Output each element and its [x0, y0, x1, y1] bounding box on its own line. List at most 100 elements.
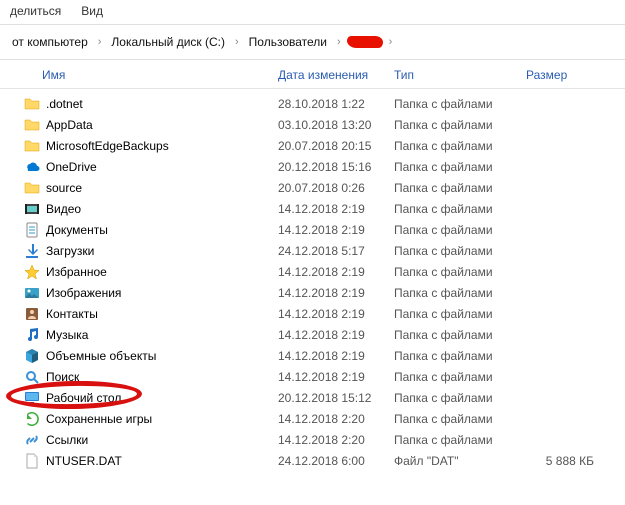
table-row[interactable]: Сохраненные игры14.12.2018 2:20Папка с ф… — [0, 408, 625, 429]
file-icon — [22, 453, 42, 469]
file-date: 24.12.2018 5:17 — [278, 244, 394, 258]
folder-icon — [22, 117, 42, 133]
table-row[interactable]: Ссылки14.12.2018 2:20Папка с файлами — [0, 429, 625, 450]
column-header-date[interactable]: Дата изменения — [278, 68, 394, 82]
file-type: Папка с файлами — [394, 433, 526, 447]
file-date: 20.12.2018 15:16 — [278, 160, 394, 174]
file-size: 5 888 КБ — [526, 454, 606, 468]
file-date: 20.07.2018 0:26 — [278, 181, 394, 195]
file-date: 20.12.2018 15:12 — [278, 391, 394, 405]
file-date: 24.12.2018 6:00 — [278, 454, 394, 468]
separator — [0, 59, 625, 60]
saved-icon — [22, 411, 42, 427]
pictures-icon — [22, 285, 42, 301]
crumb-drive[interactable]: Локальный диск (C:) — [107, 33, 229, 51]
file-name: NTUSER.DAT — [42, 454, 278, 468]
file-name: .dotnet — [42, 97, 278, 111]
file-type: Папка с файлами — [394, 286, 526, 300]
table-row[interactable]: NTUSER.DAT24.12.2018 6:00Файл "DAT"5 888… — [0, 450, 625, 471]
menu-share[interactable]: делиться — [10, 4, 61, 18]
table-row[interactable]: AppData03.10.2018 13:20Папка с файлами — [0, 114, 625, 135]
file-type: Папка с файлами — [394, 181, 526, 195]
file-date: 14.12.2018 2:19 — [278, 349, 394, 363]
file-type: Папка с файлами — [394, 139, 526, 153]
file-name: source — [42, 181, 278, 195]
folder-icon — [22, 180, 42, 196]
file-date: 03.10.2018 13:20 — [278, 118, 394, 132]
table-row[interactable]: Контакты14.12.2018 2:19Папка с файлами — [0, 303, 625, 324]
column-header-type[interactable]: Тип — [394, 68, 526, 82]
file-date: 14.12.2018 2:19 — [278, 265, 394, 279]
column-headers: Имя Дата изменения Тип Размер — [0, 62, 625, 89]
table-row[interactable]: Видео14.12.2018 2:19Папка с файлами — [0, 198, 625, 219]
crumb-computer[interactable]: от компьютер — [8, 33, 92, 51]
file-type: Папка с файлами — [394, 160, 526, 174]
file-name: AppData — [42, 118, 278, 132]
file-date: 14.12.2018 2:20 — [278, 412, 394, 426]
file-name: Избранное — [42, 265, 278, 279]
file-name: OneDrive — [42, 160, 278, 174]
star-icon — [22, 264, 42, 280]
file-name: Поиск — [42, 370, 278, 384]
file-name: Изображения — [42, 286, 278, 300]
file-type: Папка с файлами — [394, 118, 526, 132]
contacts-icon — [22, 306, 42, 322]
file-date: 14.12.2018 2:19 — [278, 286, 394, 300]
search-icon — [22, 369, 42, 385]
menu-bar: делиться Вид — [0, 0, 625, 22]
file-list: .dotnet28.10.2018 1:22Папка с файламиApp… — [0, 89, 625, 475]
file-type: Папка с файлами — [394, 328, 526, 342]
table-row[interactable]: Поиск14.12.2018 2:19Папка с файлами — [0, 366, 625, 387]
file-date: 28.10.2018 1:22 — [278, 97, 394, 111]
table-row[interactable]: .dotnet28.10.2018 1:22Папка с файлами — [0, 93, 625, 114]
download-icon — [22, 243, 42, 259]
table-row[interactable]: Рабочий стол20.12.2018 15:12Папка с файл… — [0, 387, 625, 408]
breadcrumb[interactable]: от компьютер › Локальный диск (C:) › Пол… — [0, 27, 625, 57]
column-header-size[interactable]: Размер — [526, 68, 606, 82]
file-type: Папка с файлами — [394, 244, 526, 258]
video-icon — [22, 201, 42, 217]
file-type: Папка с файлами — [394, 202, 526, 216]
file-type: Папка с файлами — [394, 97, 526, 111]
file-name: Контакты — [42, 307, 278, 321]
onedrive-icon — [22, 159, 42, 175]
table-row[interactable]: OneDrive20.12.2018 15:16Папка с файлами — [0, 156, 625, 177]
chevron-icon: › — [92, 36, 108, 48]
file-date: 14.12.2018 2:19 — [278, 328, 394, 342]
table-row[interactable]: Избранное14.12.2018 2:19Папка с файлами — [0, 261, 625, 282]
file-date: 14.12.2018 2:19 — [278, 202, 394, 216]
menu-view[interactable]: Вид — [81, 4, 103, 18]
file-type: Папка с файлами — [394, 349, 526, 363]
crumb-username-redacted[interactable] — [347, 36, 383, 48]
file-type: Папка с файлами — [394, 265, 526, 279]
file-date: 14.12.2018 2:19 — [278, 370, 394, 384]
file-type: Папка с файлами — [394, 412, 526, 426]
file-type: Папка с файлами — [394, 391, 526, 405]
table-row[interactable]: Изображения14.12.2018 2:19Папка с файлам… — [0, 282, 625, 303]
file-type: Папка с файлами — [394, 223, 526, 237]
folder-icon — [22, 138, 42, 154]
file-date: 20.07.2018 20:15 — [278, 139, 394, 153]
file-name: Ссылки — [42, 433, 278, 447]
chevron-icon: › — [331, 36, 347, 48]
chevron-icon: › — [229, 36, 245, 48]
table-row[interactable]: Документы14.12.2018 2:19Папка с файлами — [0, 219, 625, 240]
file-name: Сохраненные игры — [42, 412, 278, 426]
column-header-name[interactable]: Имя — [42, 68, 278, 82]
table-row[interactable]: Музыка14.12.2018 2:19Папка с файлами — [0, 324, 625, 345]
table-row[interactable]: MicrosoftEdgeBackups20.07.2018 20:15Папк… — [0, 135, 625, 156]
file-name: Музыка — [42, 328, 278, 342]
links-icon — [22, 432, 42, 448]
crumb-users[interactable]: Пользователи — [245, 33, 331, 51]
table-row[interactable]: source20.07.2018 0:26Папка с файлами — [0, 177, 625, 198]
chevron-icon: › — [383, 36, 399, 48]
desktop-icon — [22, 390, 42, 406]
file-date: 14.12.2018 2:19 — [278, 223, 394, 237]
file-date: 14.12.2018 2:19 — [278, 307, 394, 321]
file-name: Загрузки — [42, 244, 278, 258]
file-type: Файл "DAT" — [394, 454, 526, 468]
file-name: MicrosoftEdgeBackups — [42, 139, 278, 153]
table-row[interactable]: Загрузки24.12.2018 5:17Папка с файлами — [0, 240, 625, 261]
file-name: Документы — [42, 223, 278, 237]
table-row[interactable]: Объемные объекты14.12.2018 2:19Папка с ф… — [0, 345, 625, 366]
